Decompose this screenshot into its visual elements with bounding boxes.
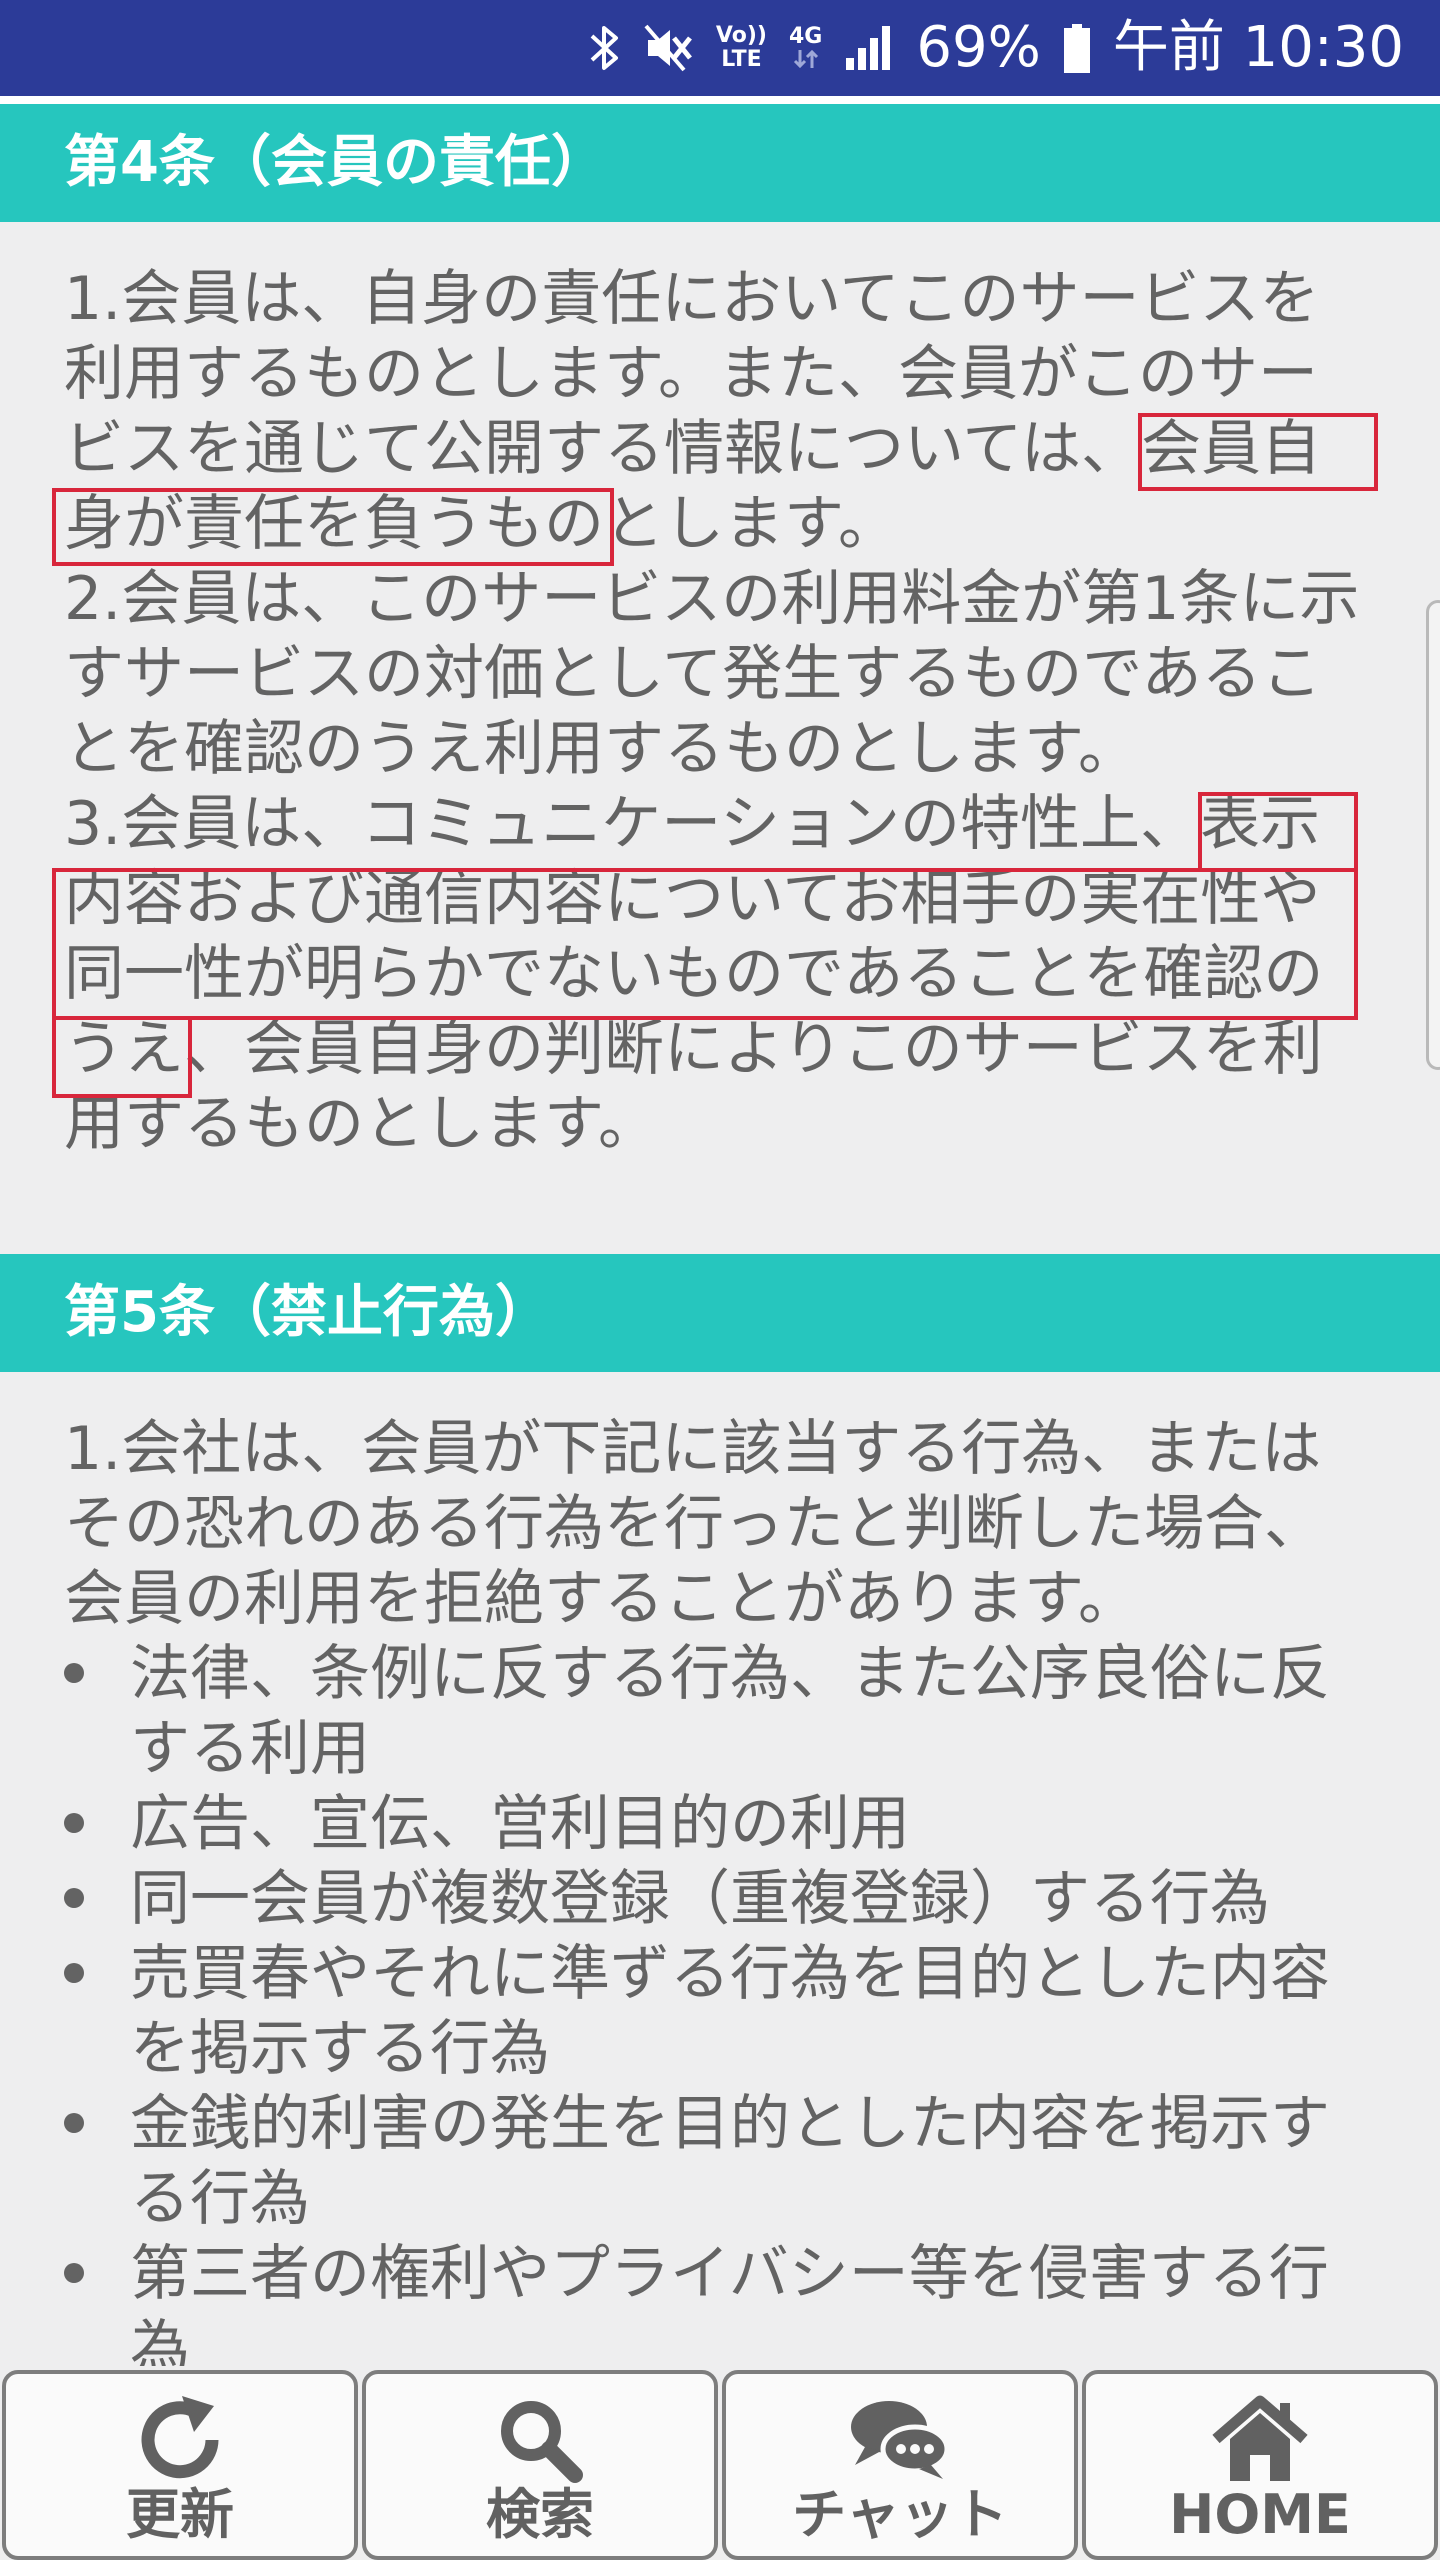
- home-button[interactable]: HOME: [1082, 2370, 1438, 2560]
- chat-button[interactable]: チャット: [722, 2370, 1078, 2560]
- list-item-line: 売買春やそれに準ずる行為を目的とした内容: [130, 1939, 1330, 2009]
- chat-label: チャット: [792, 2483, 1008, 2546]
- search-icon: [495, 2395, 585, 2489]
- text-line: 身が責任を負うものとします。: [64, 489, 898, 559]
- article5-body: 1.会社は、会員が下記に該当する行為、または その恐れのある行為を行ったと判断し…: [64, 1412, 1364, 1637]
- data-4g-icon: 4G: [789, 26, 822, 70]
- search-button[interactable]: 検索: [362, 2370, 718, 2560]
- list-item-line: 金銭的利害の発生を目的とした内容を掲示す: [130, 2089, 1330, 2159]
- text-line: ビスを通じて公開する情報については、会員自: [64, 414, 1321, 484]
- search-label: 検索: [486, 2483, 594, 2546]
- mute-icon: [644, 22, 694, 74]
- list-item: 売買春やそれに準ずる行為を目的とした内容 を掲示する行為: [64, 1937, 1394, 2087]
- bluetooth-icon: [588, 22, 622, 74]
- bullet-icon: [64, 1663, 84, 1683]
- text-line: 1.会員は、自身の責任においてこのサービスを: [64, 264, 1320, 334]
- status-bar: Vo)) LTE 4G 69% 午前 10:30: [0, 0, 1440, 96]
- scrollbar-handle[interactable]: [1426, 600, 1440, 1070]
- article4-header: 第4条（会員の責任）: [0, 104, 1440, 222]
- text-line: 2.会員は、このサービスの利用料金が第1条に示: [64, 564, 1360, 634]
- bullet-icon: [64, 1963, 84, 1983]
- battery-percent: 69%: [916, 15, 1041, 80]
- text-line: 会員の利用を拒絶することがあります。: [64, 1564, 1138, 1634]
- text-line: 利用するものとします。また、会員がこのサー: [64, 339, 1318, 409]
- refresh-label: 更新: [126, 2483, 234, 2546]
- signal-icon: [844, 24, 894, 72]
- bullet-icon: [64, 1888, 84, 1908]
- refresh-icon: [132, 2392, 228, 2492]
- prohibited-acts-list: 法律、条例に反する行為、また公序良俗に反 する利用 広告、宣伝、営利目的の利用 …: [64, 1637, 1394, 2387]
- text-line: 内容および通信内容についてお相手の実在性や: [64, 864, 1321, 934]
- list-item-line: 同一会員が複数登録（重複登録）する行為: [130, 1864, 1270, 1934]
- text-line: 3.会員は、コミュニケーションの特性上、表示: [64, 789, 1321, 859]
- text-line: 同一性が明らかでないものであることを確認の: [64, 939, 1324, 1009]
- chat-icon: [845, 2395, 955, 2489]
- bottom-nav: 更新 検索 チャット HOME: [0, 2366, 1440, 2560]
- status-icons: Vo)) LTE 4G 69% 午前 10:30: [588, 0, 1404, 96]
- text-line: すサービスの対価として発生するものであるこ: [64, 639, 1322, 709]
- list-item-line: する利用: [130, 1714, 370, 1784]
- status-divider: [0, 96, 1440, 104]
- bullet-icon: [64, 2113, 84, 2133]
- list-item-line: 広告、宣伝、営利目的の利用: [130, 1789, 910, 1859]
- refresh-button[interactable]: 更新: [2, 2370, 358, 2560]
- clock: 午前 10:30: [1112, 15, 1404, 80]
- list-item: 同一会員が複数登録（重複登録）する行為: [64, 1862, 1394, 1937]
- list-item-line: 第三者の権利やプライバシー等を侵害する行: [130, 2239, 1329, 2309]
- text-line: 用するものとします。: [64, 1089, 658, 1159]
- list-item-line: 法律、条例に反する行為、また公序良俗に反: [130, 1639, 1330, 1709]
- list-item: 広告、宣伝、営利目的の利用: [64, 1787, 1394, 1862]
- bullet-icon: [64, 2263, 84, 2283]
- home-label: HOME: [1169, 2483, 1351, 2546]
- text-line: その恐れのある行為を行ったと判断した場合、: [64, 1489, 1324, 1559]
- list-item: 法律、条例に反する行為、また公序良俗に反 する利用: [64, 1637, 1394, 1787]
- volte-icon: Vo)) LTE: [715, 23, 767, 72]
- text-line: とを確認のうえ利用するものとします。: [64, 714, 1138, 784]
- list-item-line: を掲示する行為: [130, 2014, 550, 2084]
- home-icon: [1210, 2395, 1310, 2489]
- list-item: 第三者の権利やプライバシー等を侵害する行 為: [64, 2237, 1394, 2387]
- text-line: うえ、会員自身の判断によりこのサービスを利: [64, 1014, 1323, 1084]
- text-line: 1.会社は、会員が下記に該当する行為、または: [64, 1414, 1322, 1484]
- bullet-icon: [64, 1813, 84, 1833]
- list-item-line: る行為: [130, 2164, 310, 2234]
- list-item: 金銭的利害の発生を目的とした内容を掲示す る行為: [64, 2087, 1394, 2237]
- article5-header: 第5条（禁止行為）: [0, 1254, 1440, 1372]
- article4-body: 1.会員は、自身の責任においてこのサービスを 利用するものとします。また、会員が…: [64, 262, 1364, 1162]
- battery-icon: [1063, 22, 1091, 74]
